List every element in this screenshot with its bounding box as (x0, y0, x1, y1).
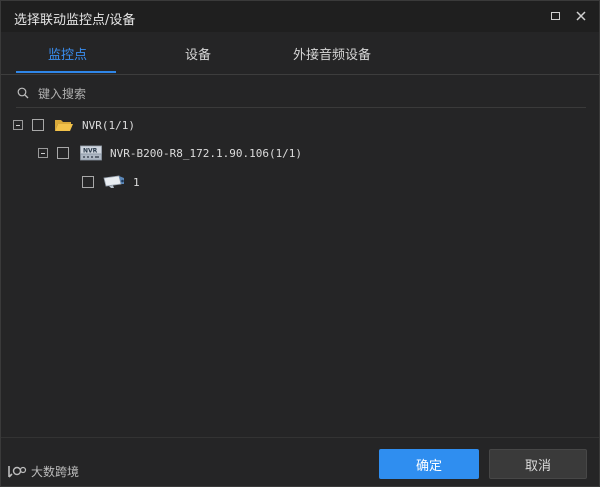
close-button[interactable] (573, 8, 589, 24)
nvr-badge-text: NVR (83, 148, 98, 155)
tree-node-label: NVR(1/1) (82, 118, 135, 132)
active-tab-indicator (16, 71, 116, 73)
restore-icon (550, 12, 560, 20)
dialog-footer: 确定 取消 (1, 437, 599, 487)
watermark-logo-icon (8, 465, 27, 478)
title-bar: 选择联动监控点/设备 (1, 1, 599, 32)
node-checkbox[interactable] (82, 176, 94, 188)
collapse-toggle[interactable] (38, 148, 48, 158)
search-icon (17, 87, 29, 99)
node-checkbox[interactable] (32, 119, 44, 131)
restore-button[interactable] (547, 8, 563, 24)
tree-node-nvr-group[interactable]: NVR(1/1) (13, 116, 135, 134)
dialog-title: 选择联动监控点/设备 (14, 13, 136, 28)
collapse-toggle[interactable] (13, 120, 23, 130)
search-input[interactable] (36, 83, 580, 105)
tab-monitoring-points[interactable]: 监控点 (48, 44, 87, 63)
dialog-window: 选择联动监控点/设备 监控点 设备 外接音频设备 NVR(1/1) (0, 0, 600, 487)
tab-devices[interactable]: 设备 (185, 44, 211, 63)
tree-node-label: NVR-B200-R8_172.1.90.106(1/1) (110, 146, 303, 160)
node-checkbox[interactable] (57, 147, 69, 159)
watermark-text: 大数跨境 (31, 465, 80, 479)
close-icon (576, 11, 586, 21)
tree-node-label: 1 (133, 175, 140, 189)
nvr-device-icon: NVR (80, 145, 102, 161)
tree-node-camera-channel[interactable]: 1 (82, 173, 140, 191)
confirm-button[interactable]: 确定 (379, 449, 479, 479)
tab-external-audio-devices[interactable]: 外接音频设备 (293, 44, 371, 63)
camera-icon (103, 175, 124, 188)
tree-node-nvr-device[interactable]: NVR NVR-B200-R8_172.1.90.106(1/1) (38, 144, 302, 162)
cancel-button[interactable]: 取消 (489, 449, 587, 479)
folder-open-icon (55, 120, 73, 131)
tab-bar: 监控点 设备 外接音频设备 (1, 32, 599, 75)
watermark: 大数跨境 (6, 463, 79, 480)
search-bar (16, 81, 586, 108)
